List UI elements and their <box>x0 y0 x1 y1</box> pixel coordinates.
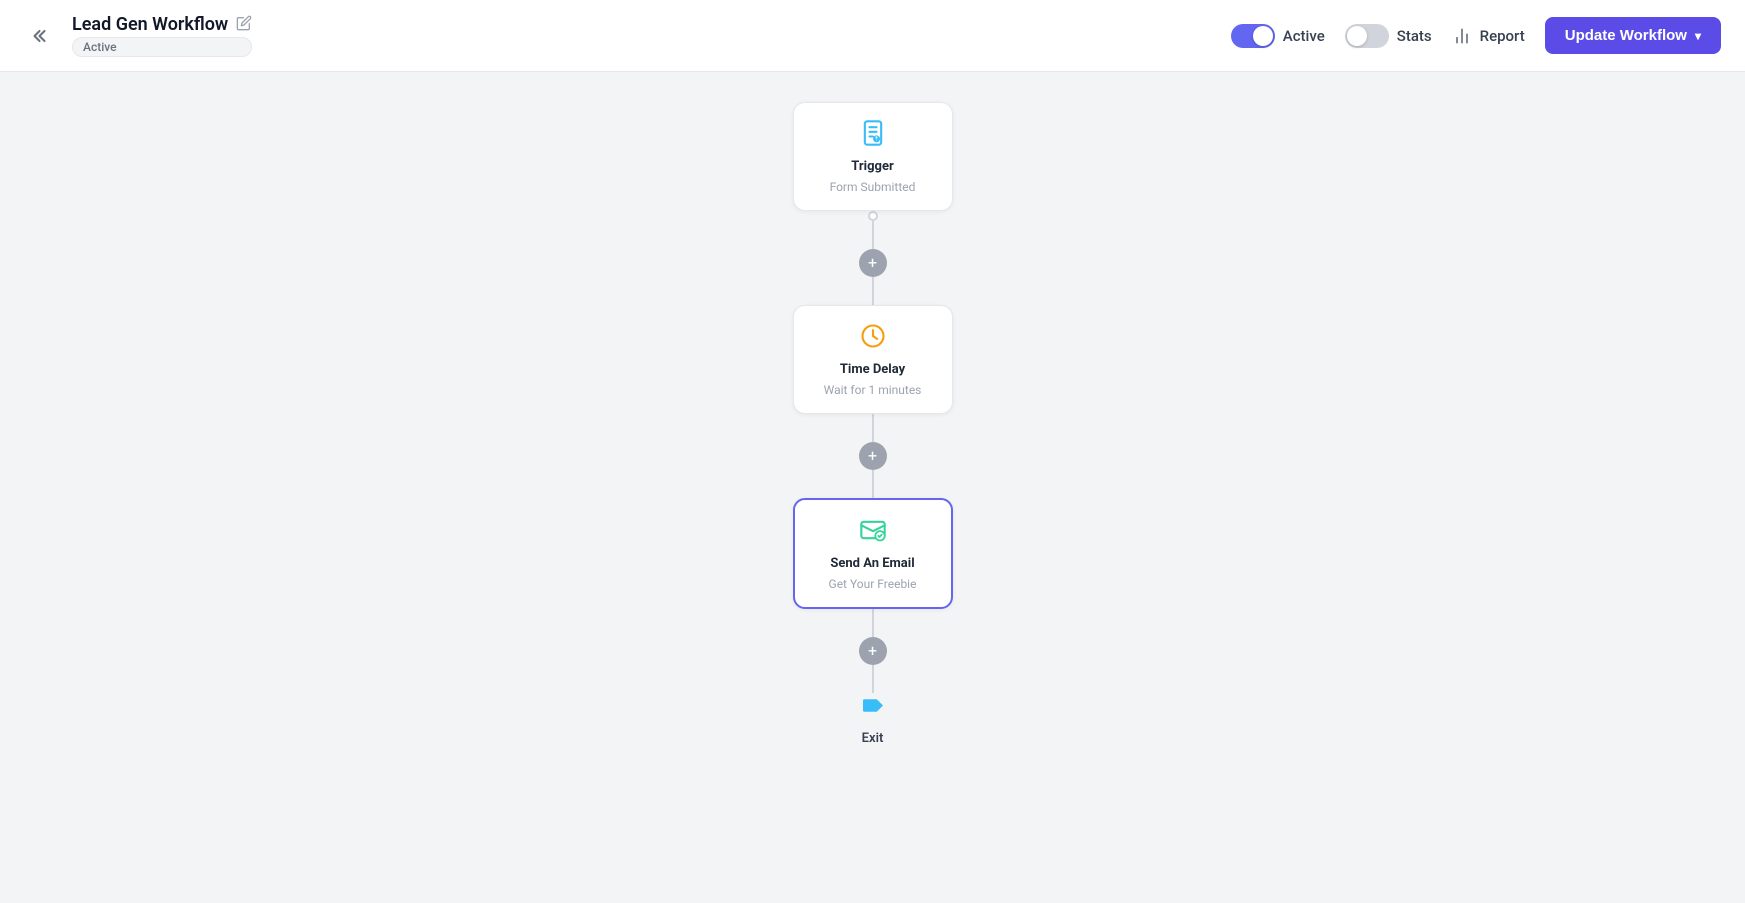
active-toggle-label: Active <box>1283 27 1325 45</box>
connector-line-5 <box>872 609 874 637</box>
workflow-title: Lead Gen Workflow <box>72 14 228 35</box>
exit-label: Exit <box>862 731 884 746</box>
trigger-icon <box>859 119 887 151</box>
back-button[interactable] <box>24 22 60 50</box>
active-status-badge: Active <box>72 37 252 57</box>
stats-toggle[interactable] <box>1345 24 1389 48</box>
workflow-canvas: Trigger Form Submitted + Time Delay Wait… <box>0 72 1745 903</box>
send-email-node-subtitle: Get Your Freebie <box>829 577 917 591</box>
add-step-button-3[interactable]: + <box>859 637 887 665</box>
time-delay-node-title: Time Delay <box>840 362 905 377</box>
stats-toggle-group: Stats <box>1345 24 1432 48</box>
connector-line-6 <box>872 665 874 693</box>
workflow-container: Trigger Form Submitted + Time Delay Wait… <box>793 102 953 746</box>
update-workflow-label: Update Workflow <box>1565 27 1687 44</box>
send-email-node[interactable]: Send An Email Get Your Freebie <box>793 498 953 609</box>
workflow-title-wrap: Lead Gen Workflow Active <box>72 14 252 57</box>
add-step-button-2[interactable]: + <box>859 442 887 470</box>
report-label: Report <box>1480 27 1525 45</box>
report-icon <box>1452 26 1472 46</box>
trigger-node-subtitle: Form Submitted <box>830 180 916 194</box>
send-email-node-title: Send An Email <box>830 556 914 571</box>
header-left: Lead Gen Workflow Active <box>24 14 252 57</box>
report-button[interactable]: Report <box>1452 26 1525 46</box>
exit-icon <box>858 693 888 727</box>
connector-line-4 <box>872 470 874 498</box>
header: Lead Gen Workflow Active Active <box>0 0 1745 72</box>
edit-icon[interactable] <box>236 15 252 35</box>
time-delay-icon <box>859 322 887 354</box>
header-right: Active Stats Report Update Workflow ▾ <box>1231 17 1721 54</box>
connector-line-3 <box>872 414 874 442</box>
update-workflow-button[interactable]: Update Workflow ▾ <box>1545 17 1721 54</box>
toggle-knob <box>1253 26 1273 46</box>
trigger-node-title: Trigger <box>851 159 893 174</box>
active-toggle[interactable] <box>1231 24 1275 48</box>
connector-dot-1 <box>868 211 878 221</box>
connector-line-2 <box>872 277 874 305</box>
workflow-title-row: Lead Gen Workflow <box>72 14 252 35</box>
chevron-down-icon: ▾ <box>1695 29 1701 43</box>
trigger-node[interactable]: Trigger Form Submitted <box>793 102 953 211</box>
stats-toggle-knob <box>1347 26 1367 46</box>
send-email-icon <box>859 516 887 548</box>
stats-toggle-label: Stats <box>1397 27 1432 45</box>
exit-node[interactable]: Exit <box>858 693 888 746</box>
add-step-button-1[interactable]: + <box>859 249 887 277</box>
time-delay-node-subtitle: Wait for 1 minutes <box>824 383 922 397</box>
active-toggle-group: Active <box>1231 24 1325 48</box>
time-delay-node[interactable]: Time Delay Wait for 1 minutes <box>793 305 953 414</box>
connector-line-1 <box>872 221 874 249</box>
